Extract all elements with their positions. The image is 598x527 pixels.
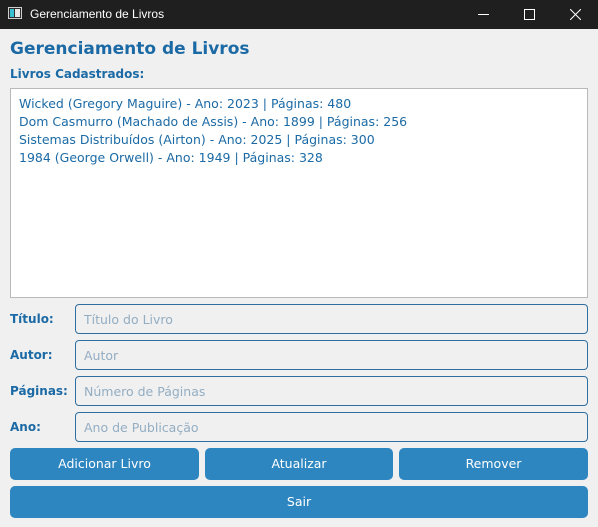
author-label: Autor:	[10, 348, 53, 362]
page-title: Gerenciamento de Livros	[10, 39, 250, 59]
exit-button[interactable]: Sair	[10, 486, 588, 518]
list-item[interactable]: Sistemas Distribuídos (Airton) - Ano: 20…	[19, 131, 587, 149]
year-label: Ano:	[10, 420, 41, 434]
remove-button[interactable]: Remover	[399, 448, 588, 480]
app-window: Gerenciamento de Livros Gerenciamento de…	[0, 0, 598, 527]
maximize-button[interactable]	[506, 0, 552, 29]
books-listbox[interactable]: Wicked (Gregory Maguire) - Ano: 2023 | P…	[10, 88, 588, 298]
pages-input[interactable]	[75, 376, 588, 406]
minimize-icon	[478, 14, 489, 15]
list-item[interactable]: 1984 (George Orwell) - Ano: 1949 | Págin…	[19, 149, 587, 167]
title-bar[interactable]: Gerenciamento de Livros	[0, 0, 598, 29]
year-input[interactable]	[75, 412, 588, 442]
close-button[interactable]	[552, 0, 598, 29]
add-book-button[interactable]: Adicionar Livro	[10, 448, 199, 480]
books-list-label: Livros Cadastrados:	[10, 67, 145, 81]
close-icon	[570, 9, 581, 20]
title-label: Título:	[10, 312, 54, 326]
list-item[interactable]: Dom Casmurro (Machado de Assis) - Ano: 1…	[19, 113, 587, 131]
update-button[interactable]: Atualizar	[205, 448, 393, 480]
app-window-icon	[8, 7, 22, 19]
pages-label: Páginas:	[10, 384, 68, 398]
window-title: Gerenciamento de Livros	[30, 7, 165, 21]
author-input[interactable]	[75, 340, 588, 370]
maximize-icon	[524, 9, 535, 20]
minimize-button[interactable]	[460, 0, 506, 29]
list-item[interactable]: Wicked (Gregory Maguire) - Ano: 2023 | P…	[19, 95, 587, 113]
title-input[interactable]	[75, 304, 588, 334]
